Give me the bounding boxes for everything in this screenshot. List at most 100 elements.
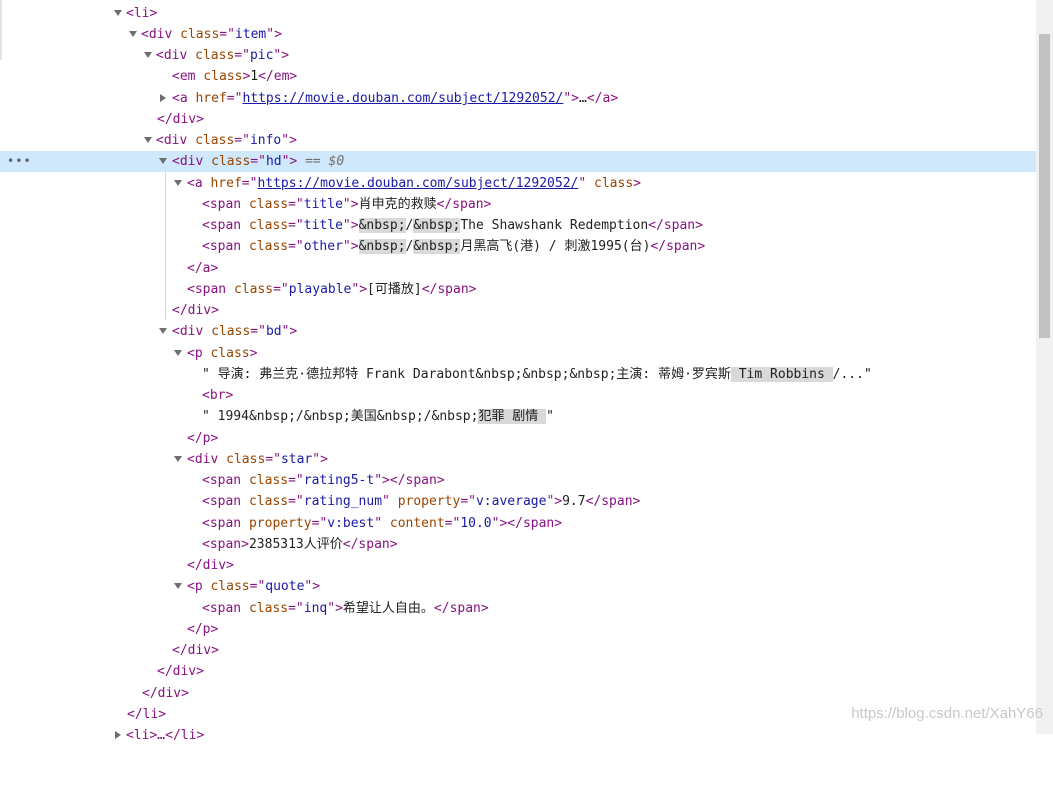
tag: "> [312,452,328,467]
dom-node-close-a[interactable]: </a> [0,258,1036,279]
text-node: 希望让人自由。 [342,601,434,616]
dom-node-a[interactable]: <a href="https://movie.douban.com/subjec… [0,173,1036,194]
attr-name: href [210,176,242,191]
dom-node-p-quote[interactable]: <p class="quote"> [0,576,1036,597]
attr-value: pic [249,48,274,63]
dom-node-close-div[interactable]: </div> [0,300,1036,321]
expand-toggle-icon[interactable] [144,130,154,151]
attr-name: class [248,239,289,254]
attr-value: star [280,452,313,467]
dom-node-div-pic[interactable]: <div class="pic"> [0,45,1036,66]
tag: <a [172,91,196,106]
dom-node-close-p[interactable]: </p> [0,428,1036,449]
search-highlight: Tim Robbins [730,367,833,382]
dom-node-a-collapsed[interactable]: <a href="https://movie.douban.com/subjec… [0,88,1036,109]
ellipsis[interactable]: … [579,91,587,106]
dom-node-span-title[interactable]: <span class="title">&nbsp;/&nbsp;The Sha… [0,215,1036,236]
tag: <span [202,239,249,254]
tag: </div> [172,303,219,318]
dom-node-div-item[interactable]: <div class="item"> [0,24,1036,45]
expand-toggle-icon[interactable] [174,343,184,364]
tag: "> [351,282,368,297]
tag: <span [202,473,249,488]
vertical-scrollbar[interactable] [1036,0,1053,734]
tag: <div [172,324,212,339]
dom-node-span-count[interactable]: <span>2385313人评价</span> [0,534,1036,555]
expand-toggle-icon[interactable] [114,725,124,746]
dom-node-span-rating-num[interactable]: <span class="rating_num" property="v:ave… [0,491,1036,512]
tag: =" [234,133,250,148]
dom-node-close-p[interactable]: </p> [0,619,1036,640]
dom-node-span-playable[interactable]: <span class="playable">[可播放]</span> [0,279,1036,300]
tag: =" [273,282,289,297]
tag: <br> [202,388,234,403]
tag: </div> [172,643,219,658]
tag: </span> [507,516,563,531]
dom-node-br[interactable]: <br> [0,385,1036,406]
dom-node-close-div[interactable]: </div> [0,109,1036,130]
dom-node-span-rating5-t[interactable]: <span class="rating5-t"></span> [0,470,1036,491]
href-link[interactable]: https://movie.douban.com/subject/1292052… [257,176,578,191]
expand-toggle-icon[interactable] [129,24,139,45]
tag: <div [156,48,196,63]
dom-node-span-other[interactable]: <span class="other">&nbsp;/&nbsp;月黑高飞(港)… [0,236,1036,257]
attr-name: property [248,516,312,531]
dom-node-close-div[interactable]: </div> [0,640,1036,661]
tag: </li> [127,707,167,722]
dom-text-node[interactable]: " 导演: 弗兰克·德拉邦特 Frank Darabont&nbsp;&nbsp… [0,364,1036,385]
dom-node-span-title[interactable]: <span class="title">肖申克的救赎</span> [0,194,1036,215]
tag: =" [288,494,304,509]
elements-tree[interactable]: <li> <div class="item"> <div class="pic"… [0,0,1036,743]
more-options-icon[interactable]: ••• [7,151,32,172]
attr-name: class [248,601,289,616]
tag: </div> [157,664,204,679]
expand-toggle-icon[interactable] [159,151,169,172]
tag: "> [342,218,359,233]
tag: "> [491,516,508,531]
search-highlight: 犯罪 剧情 [478,409,547,424]
expand-toggle-icon[interactable] [174,173,184,194]
dom-node-span-inq[interactable]: <span class="inq">希望让人自由。</span> [0,598,1036,619]
dom-node-p[interactable]: <p class> [0,343,1036,364]
expand-toggle-icon[interactable] [174,576,184,597]
dom-node-div-star[interactable]: <div class="star"> [0,449,1036,470]
text-node: /..." [832,367,872,382]
dom-node-div-info[interactable]: <div class="info"> [0,130,1036,151]
attr-value: v:best [327,516,375,531]
dom-node-close-div[interactable]: </div> [0,683,1036,704]
attr-value: playable [288,282,352,297]
dom-node-em[interactable]: <em class>1</em> [0,66,1036,87]
href-link[interactable]: https://movie.douban.com/subject/1292052… [242,91,563,106]
dom-node-div-hd-selected[interactable]: ••• <div class="hd"> == $0 [0,151,1036,172]
tag: <p [187,579,211,594]
attr-value: title [303,197,343,212]
tag: </span> [433,601,489,616]
expand-toggle-icon[interactable] [114,3,124,24]
dom-node-close-div[interactable]: </div> [0,555,1036,576]
text-node: [可播放] [367,282,422,297]
tag: </span> [421,282,477,297]
expand-toggle-icon[interactable] [159,321,169,342]
dom-text-node[interactable]: " 1994&nbsp;/&nbsp;美国&nbsp;/&nbsp;犯罪 剧情 … [0,406,1036,427]
tag: " [374,516,390,531]
dom-node-li[interactable]: <li> [0,3,1036,24]
attr-name: class [594,176,634,191]
dom-node-span-best[interactable]: <span property="v:best" content="10.0"><… [0,513,1036,534]
dom-node-div-bd[interactable]: <div class="bd"> [0,321,1036,342]
attr-name: class [248,197,289,212]
attr-name: class [248,494,289,509]
entity-highlight: &nbsp; [358,239,406,254]
dom-node-li-collapsed[interactable]: <li>…</li> [0,725,1036,746]
scrollbar-thumb[interactable] [1039,34,1050,338]
tag: </a> [187,261,219,276]
tag: </span> [436,197,492,212]
dom-node-close-div[interactable]: </div> [0,661,1036,682]
expand-toggle-icon[interactable] [144,45,154,66]
text-node: 9.7 [562,494,586,509]
tag: > [249,346,258,361]
tag: "> [327,601,343,616]
expand-toggle-icon[interactable] [159,88,169,109]
expand-toggle-icon[interactable] [174,449,184,470]
tag: <span> [202,537,249,552]
tag: </p> [187,622,219,637]
